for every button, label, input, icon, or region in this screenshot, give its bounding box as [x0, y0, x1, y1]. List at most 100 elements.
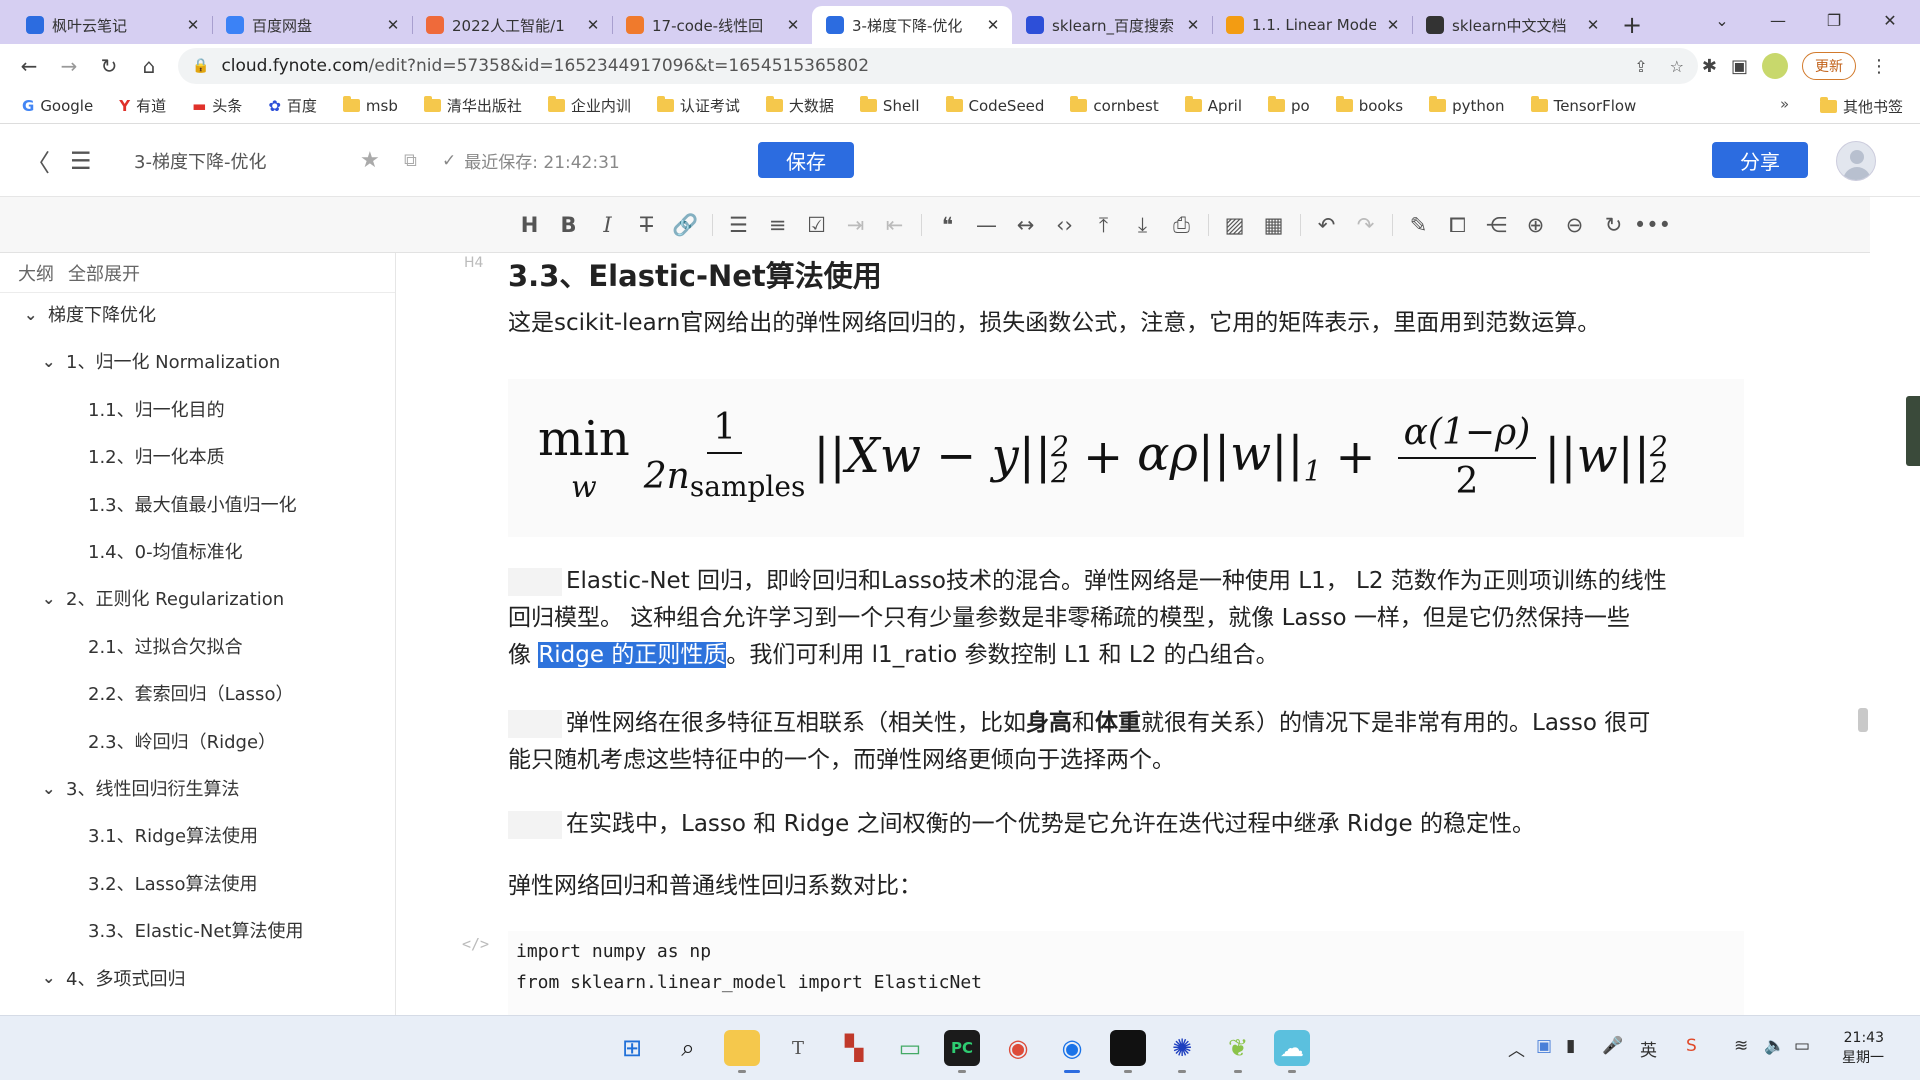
bookmarks-overflow-icon[interactable]: »	[1780, 95, 1789, 113]
browser-tab[interactable]: 3-梯度下降-优化 ✕	[812, 6, 1012, 44]
outline-item[interactable]: 1.4、0-均值标准化	[88, 538, 243, 564]
favorite-star-icon[interactable]: ★	[360, 148, 380, 173]
other-bookmarks[interactable]: 其他书签	[1820, 96, 1903, 117]
bookmark-item[interactable]: TensorFlow	[1530, 96, 1636, 115]
expand-all-button[interactable]: 全部展开	[68, 260, 140, 286]
bookmark-item[interactable]: 大数据	[765, 95, 834, 116]
browser-menu-icon[interactable]: ⋮	[1870, 56, 1888, 77]
bookmark-item[interactable]: ✿ 百度	[268, 95, 317, 116]
microphone-icon[interactable]: 🎤	[1602, 1036, 1623, 1056]
strikethrough-icon[interactable]: T	[627, 207, 666, 243]
feather-app-icon[interactable]: ❦	[1220, 1030, 1256, 1073]
outline-item[interactable]: 3.2、Lasso算法使用	[88, 870, 257, 896]
user-avatar[interactable]	[1836, 141, 1876, 181]
content-scrollbar[interactable]	[1858, 708, 1868, 732]
side-tab-handle[interactable]	[1906, 396, 1920, 466]
redo-icon[interactable]: ↷	[1346, 207, 1385, 243]
zoom-in-icon[interactable]: ⊕	[1516, 207, 1555, 243]
bookmark-item[interactable]: April	[1184, 96, 1242, 115]
settings-gear-icon[interactable]: ✺	[1164, 1030, 1200, 1073]
outline-item[interactable]: 3.1、Ridge算法使用	[88, 822, 258, 848]
quote-icon[interactable]: ❝	[928, 207, 967, 243]
close-tab-icon[interactable]: ✕	[984, 16, 1002, 34]
tab-search-icon[interactable]: ⌄	[1694, 0, 1750, 40]
save-button[interactable]: 保存	[758, 142, 854, 178]
chrome-active-icon[interactable]: ◉	[1054, 1030, 1090, 1073]
outline-item[interactable]: ⌄ 梯度下降优化	[24, 301, 156, 327]
outline-item[interactable]: 1.1、归一化目的	[88, 396, 225, 422]
formula-block[interactable]: min w 1 2nsamples ||Xw − y|| 2 2 + αρ||w||…	[508, 379, 1744, 537]
image-icon[interactable]: ▨	[1215, 207, 1254, 243]
volume-icon[interactable]: 🔈	[1764, 1036, 1785, 1056]
chevron-down-icon[interactable]: ⌄	[42, 779, 66, 798]
share-page-icon[interactable]: ⇪	[1634, 57, 1647, 76]
heading-icon[interactable]: H	[510, 207, 549, 243]
chevron-down-icon[interactable]: ⌄	[24, 305, 48, 324]
home-icon[interactable]: ⌂	[130, 47, 168, 85]
paragraph-comparison[interactable]: 弹性网络回归和普通线性回归系数对比：	[508, 868, 1808, 905]
preview-icon[interactable]: ⧠	[1438, 207, 1477, 243]
code-block-icon[interactable]: ‹›	[1045, 207, 1084, 243]
browser-tab[interactable]: 2022人工智能/1 ✕	[412, 6, 612, 44]
hamburger-menu-icon[interactable]: ☰	[70, 147, 92, 175]
file-explorer-icon[interactable]	[724, 1030, 760, 1073]
checkbox-list-icon[interactable]: ☑	[797, 207, 836, 243]
close-tab-icon[interactable]: ✕	[584, 16, 602, 34]
outline-item[interactable]: 3.3、Elastic-Net算法使用	[88, 917, 303, 943]
bookmark-item[interactable]: po	[1268, 96, 1310, 115]
profile-icon[interactable]	[1762, 53, 1788, 79]
tray-bookmark-icon[interactable]: ▮	[1566, 1036, 1575, 1056]
refresh-icon[interactable]: ↻	[1594, 207, 1633, 243]
bookmark-item[interactable]: 企业内训	[547, 95, 631, 116]
editor-content[interactable]: H4 3.3、Elastic-Net算法使用 这是scikit-learn官网给…	[396, 253, 1870, 1015]
cloud-app-icon[interactable]: ☁	[1274, 1030, 1310, 1073]
insert-after-icon[interactable]: ⤓	[1123, 207, 1162, 243]
intro-paragraph[interactable]: 这是scikit-learn官网给出的弹性网络回归的，损失函数公式，注意，它用的…	[508, 305, 1808, 342]
antivirus-icon[interactable]: S	[1686, 1036, 1697, 1056]
bookmark-item[interactable]: cornbest	[1070, 96, 1159, 115]
forward-icon[interactable]: →	[50, 47, 88, 85]
browser-tab[interactable]: sklearn_百度搜索 ✕	[1012, 6, 1212, 44]
browser-tab[interactable]: 枫叶云笔记 ✕	[12, 6, 212, 44]
bookmark-item[interactable]: python	[1429, 96, 1505, 115]
browser-tab[interactable]: 百度网盘 ✕	[212, 6, 412, 44]
battery-icon[interactable]: ▭	[1794, 1036, 1810, 1056]
update-button[interactable]: 更新	[1802, 52, 1856, 80]
outline-item[interactable]: ⌄ 2、正则化 Regularization	[42, 585, 284, 611]
close-tab-icon[interactable]: ✕	[1584, 16, 1602, 34]
minimize-icon[interactable]: —	[1750, 0, 1806, 40]
side-panel-icon[interactable]: ▣	[1731, 56, 1748, 77]
bookmark-star-icon[interactable]: ☆	[1670, 57, 1684, 76]
paragraph-practice[interactable]: 在实践中，Lasso 和 Ridge 之间权衡的一个优势是它允许在迭代过程中继承…	[508, 806, 1808, 843]
outline-item[interactable]: ⌄ 4、多项式回归	[42, 965, 185, 991]
close-tab-icon[interactable]: ✕	[184, 16, 202, 34]
zoom-out-icon[interactable]: ⊖	[1555, 207, 1594, 243]
search-icon[interactable]: ⌕	[670, 1030, 706, 1066]
outline-label[interactable]: 大纲	[18, 260, 54, 286]
terminal-icon[interactable]	[1110, 1030, 1146, 1073]
browser-tab[interactable]: sklearn中文文档 ✕	[1412, 6, 1612, 44]
link-icon[interactable]: 🔗	[666, 207, 705, 243]
horizontal-rule-icon[interactable]: —	[967, 207, 1006, 243]
show-hidden-icons-icon[interactable]: ︿	[1508, 1036, 1525, 1061]
section-heading[interactable]: 3.3、Elastic-Net算法使用	[508, 253, 882, 295]
close-window-icon[interactable]: ✕	[1862, 0, 1918, 40]
bookmark-item[interactable]: msb	[342, 96, 398, 115]
bookmark-item[interactable]: Shell	[859, 96, 920, 115]
numbered-list-icon[interactable]: ≡	[758, 207, 797, 243]
outline-item[interactable]: 1.3、最大值最小值归一化	[88, 491, 297, 517]
wifi-icon[interactable]: ≋	[1734, 1036, 1748, 1056]
edit-pen-icon[interactable]: ✎	[1399, 207, 1438, 243]
outline-item[interactable]: ⌄ 3、线性回归衍生算法	[42, 775, 239, 801]
move-folder-icon[interactable]: ⧉	[404, 150, 417, 171]
close-tab-icon[interactable]: ✕	[1384, 16, 1402, 34]
undo-icon[interactable]: ↶	[1307, 207, 1346, 243]
reload-icon[interactable]: ↻	[90, 47, 128, 85]
tray-app-icon[interactable]: ▣	[1536, 1036, 1552, 1056]
new-tab-button[interactable]: +	[1612, 6, 1652, 44]
table-icon[interactable]: ▦	[1254, 207, 1293, 243]
bookmark-item[interactable]: books	[1335, 96, 1403, 115]
bookmark-item[interactable]: ▬ 头条	[192, 95, 242, 116]
outline-item[interactable]: ⌄ 1、归一化 Normalization	[42, 348, 280, 374]
ime-indicator[interactable]: 英	[1640, 1036, 1657, 1061]
